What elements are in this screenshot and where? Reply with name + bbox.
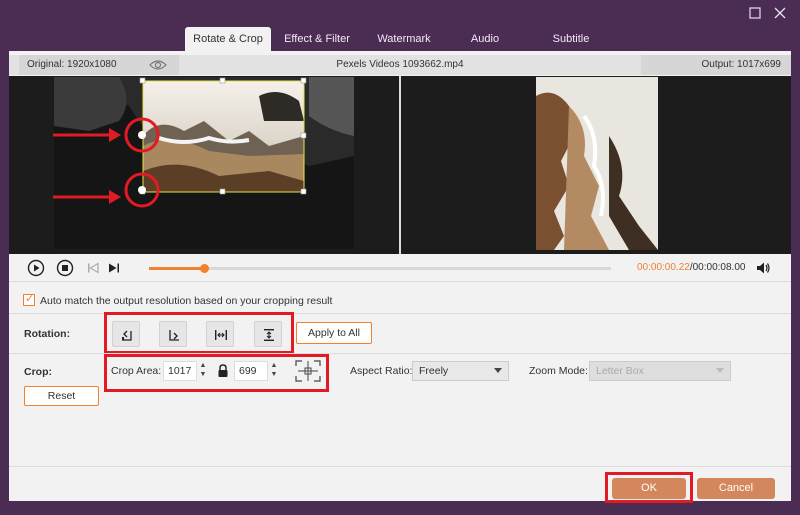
info-bar: Original: 1920x1080 Pexels Videos 109366… bbox=[9, 55, 791, 75]
next-frame-icon[interactable] bbox=[105, 259, 123, 277]
flip-horizontal-button[interactable] bbox=[206, 321, 234, 347]
ok-button[interactable]: OK bbox=[612, 478, 686, 499]
flip-horizontal-icon bbox=[215, 330, 227, 340]
tab-rotate-crop[interactable]: Rotate & Crop bbox=[185, 27, 271, 51]
chevron-down-icon bbox=[716, 368, 724, 373]
lock-icon[interactable] bbox=[217, 364, 229, 378]
rotate-right-button[interactable] bbox=[159, 321, 187, 347]
chevron-down-icon bbox=[494, 368, 502, 373]
tab-subtitle[interactable]: Subtitle bbox=[525, 27, 617, 51]
rotate-crop-dialog: Rotate & Crop Effect & Filter Watermark … bbox=[0, 0, 800, 515]
crop-height-stepper[interactable]: ▲ ▼ bbox=[268, 361, 280, 381]
zoom-mode-select[interactable]: Letter Box bbox=[589, 361, 731, 381]
aspect-ratio-select[interactable]: Freely bbox=[412, 361, 509, 381]
apply-to-all-button[interactable]: Apply to All bbox=[296, 322, 372, 344]
reset-button[interactable]: Reset bbox=[24, 386, 99, 406]
cancel-button[interactable]: Cancel bbox=[697, 478, 775, 499]
crop-height-field[interactable]: 699 bbox=[234, 361, 268, 381]
stop-icon[interactable] bbox=[56, 259, 74, 277]
zoom-mode-label: Zoom Mode: bbox=[529, 365, 588, 377]
auto-match-label: Auto match the output resolution based o… bbox=[40, 295, 333, 307]
tab-watermark[interactable]: Watermark bbox=[363, 27, 445, 51]
crop-label: Crop: bbox=[24, 366, 52, 378]
crop-width-stepper[interactable]: ▲ ▼ bbox=[197, 361, 209, 381]
rotation-label: Rotation: bbox=[24, 328, 71, 340]
center-crop-icon[interactable] bbox=[295, 360, 321, 382]
timeline-slider[interactable] bbox=[149, 264, 611, 273]
tab-bar: Rotate & Crop Effect & Filter Watermark … bbox=[185, 27, 617, 51]
time-display: 00:00:00.22/00:00:08.00 bbox=[637, 262, 745, 273]
divider bbox=[9, 281, 791, 282]
aspect-ratio-value: Freely bbox=[419, 365, 449, 377]
editor-panel: Original: 1920x1080 Pexels Videos 109366… bbox=[9, 51, 791, 501]
total-time: 00:00:08.00 bbox=[692, 262, 746, 273]
maximize-icon[interactable] bbox=[746, 6, 764, 24]
rotate-left-button[interactable] bbox=[112, 321, 140, 347]
playback-bar: 00:00:00.22/00:00:08.00 bbox=[9, 254, 791, 281]
timeline-progress bbox=[149, 267, 204, 270]
aspect-ratio-label: Aspect Ratio: bbox=[350, 365, 413, 377]
tab-effect-filter[interactable]: Effect & Filter bbox=[271, 27, 363, 51]
preview-area bbox=[9, 76, 791, 254]
rotate-right-icon bbox=[169, 330, 179, 341]
auto-match-checkbox[interactable] bbox=[23, 292, 35, 306]
rotate-left-icon bbox=[122, 330, 132, 341]
crop-area-label: Crop Area: bbox=[111, 365, 162, 377]
crop-width-field[interactable]: 1017 bbox=[163, 361, 197, 381]
zoom-mode-value: Letter Box bbox=[596, 365, 644, 377]
play-icon[interactable] bbox=[27, 259, 45, 277]
timeline-handle[interactable] bbox=[199, 264, 209, 273]
previous-frame-icon[interactable] bbox=[84, 259, 102, 277]
flip-vertical-button[interactable] bbox=[254, 321, 282, 347]
video-preview-images bbox=[9, 76, 791, 254]
current-time: 00:00:00.22 bbox=[637, 262, 690, 273]
divider bbox=[9, 466, 791, 467]
flip-vertical-icon bbox=[264, 329, 274, 341]
volume-icon[interactable] bbox=[755, 260, 771, 276]
output-resolution: Output: 1017x699 bbox=[641, 55, 791, 75]
tab-audio[interactable]: Audio bbox=[445, 27, 525, 51]
close-icon[interactable] bbox=[771, 6, 789, 24]
